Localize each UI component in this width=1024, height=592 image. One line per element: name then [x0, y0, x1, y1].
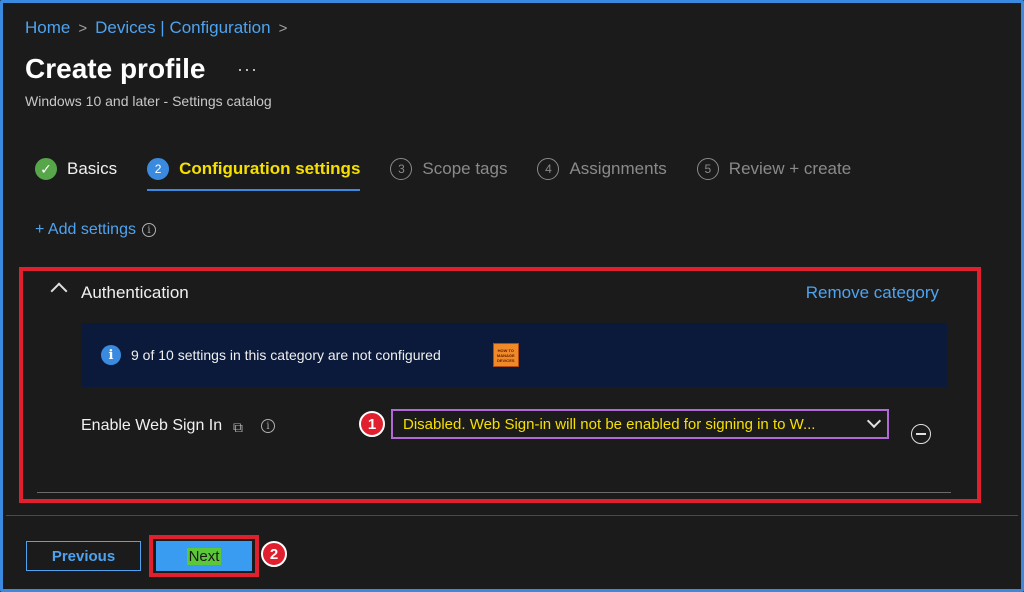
- step-configuration-settings[interactable]: 2 Configuration settings: [147, 151, 361, 191]
- checkmark-icon: ✓: [35, 158, 57, 180]
- step-label: Assignments: [569, 159, 667, 178]
- step-assignments[interactable]: 4 Assignments: [537, 151, 667, 187]
- copy-icon[interactable]: ⧉: [233, 419, 243, 436]
- step-number: 3: [390, 158, 413, 180]
- step-scope-tags[interactable]: 3 Scope tags: [390, 151, 507, 187]
- add-settings-link[interactable]: + Add settings i: [35, 221, 156, 239]
- footer-divider: [6, 515, 1018, 516]
- info-banner: i 9 of 10 settings in this category are …: [81, 323, 947, 387]
- category-title: Authentication: [81, 283, 189, 302]
- next-button-label: Next: [186, 547, 222, 565]
- step-label: Scope tags: [422, 159, 508, 178]
- category-section-highlight: Authentication Remove category i 9 of 10…: [19, 267, 981, 503]
- remove-setting-icon[interactable]: [911, 424, 931, 444]
- watermark-logo: HOW TO MANAGE DEVICES: [492, 343, 519, 367]
- setting-label: Enable Web Sign In: [81, 417, 223, 434]
- breadcrumb-separator-icon: >: [78, 19, 88, 37]
- callout-badge: 2: [261, 541, 287, 567]
- callout-badge: 1: [359, 411, 385, 437]
- previous-button[interactable]: Previous: [26, 541, 141, 571]
- info-icon[interactable]: i: [261, 419, 275, 433]
- step-basics[interactable]: ✓ Basics: [35, 151, 117, 187]
- step-label: Review + create: [728, 159, 852, 178]
- info-icon: i: [101, 345, 121, 365]
- step-number: 2: [147, 158, 170, 180]
- breadcrumb-separator-icon: >: [278, 19, 288, 37]
- remove-category-link[interactable]: Remove category: [806, 283, 939, 303]
- breadcrumb-devices-configuration[interactable]: Devices | Configuration: [95, 18, 270, 38]
- step-label: Configuration settings: [179, 159, 361, 178]
- more-options-icon[interactable]: ···: [237, 59, 258, 80]
- banner-text: 9 of 10 settings in this category are no…: [131, 347, 441, 363]
- wizard-steps: ✓ Basics 2 Configuration settings 3 Scop…: [35, 151, 881, 191]
- page-subtitle: Windows 10 and later - Settings catalog: [25, 93, 272, 109]
- chevron-down-icon: [866, 413, 882, 429]
- dropdown-selected-value: Disabled. Web Sign-in will not be enable…: [403, 415, 816, 433]
- chevron-up-icon[interactable]: [50, 282, 68, 300]
- add-settings-label: + Add settings: [35, 221, 136, 238]
- web-sign-in-dropdown[interactable]: Disabled. Web Sign-in will not be enable…: [391, 409, 889, 439]
- info-icon[interactable]: i: [141, 223, 156, 237]
- next-button[interactable]: Next: [156, 541, 252, 571]
- step-review-create[interactable]: 5 Review + create: [696, 151, 852, 187]
- step-label: Basics: [67, 159, 118, 178]
- next-button-highlight: Next: [149, 535, 259, 577]
- page-title: Create profile: [25, 53, 206, 84]
- step-number: 5: [696, 158, 719, 180]
- app-frame: Home > Devices | Configuration > Create …: [0, 0, 1024, 592]
- step-number: 4: [537, 158, 560, 180]
- breadcrumb: Home > Devices | Configuration >: [25, 18, 287, 38]
- divider: [37, 492, 951, 493]
- breadcrumb-home[interactable]: Home: [25, 18, 70, 38]
